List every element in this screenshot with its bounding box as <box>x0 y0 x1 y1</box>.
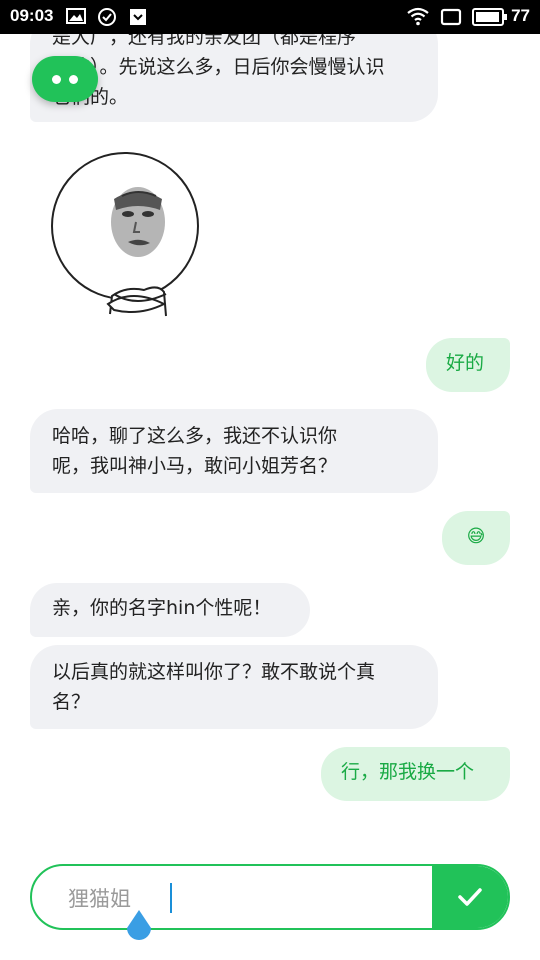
message-bubble-outgoing: 好的 <box>426 338 510 392</box>
check-circle-icon <box>98 8 116 26</box>
message-text: 呢，我叫神小马，敢问小姐芳名？ <box>52 455 338 477</box>
floating-chat-button[interactable] <box>32 56 98 102</box>
message-composer <box>30 864 510 930</box>
battery-level: 77 <box>511 6 530 25</box>
shield-heart-icon <box>130 9 146 25</box>
message-text: 行，那我换一个 <box>341 761 475 783</box>
text-cursor <box>170 883 172 913</box>
message-text: 亲，你的名字hin个性呢！ <box>52 597 272 619</box>
message-text: 以后真的就这样叫你了？敢不敢说个真 <box>52 661 376 683</box>
meme-face-sticker <box>51 152 199 317</box>
message-bubble-outgoing: 行，那我换一个 <box>321 747 510 801</box>
send-button[interactable] <box>432 866 508 928</box>
message-bubble-incoming: 以后真的就这样叫你了？敢不敢说个真 名？ <box>30 645 438 729</box>
wifi-icon <box>407 7 429 26</box>
battery-icon <box>472 8 507 26</box>
message-text: 名？ <box>52 691 91 713</box>
message-text: 猿的）。先说这么多，日后你会慢慢认识 <box>52 56 385 78</box>
message-bubble-incoming: 亲，你的名字hin个性呢！ <box>30 583 310 637</box>
message-text: 是大厂，还有我的亲友团（都是程序 <box>52 34 357 48</box>
status-time: 09:03 <box>10 6 54 25</box>
checkmark-icon <box>458 888 482 906</box>
message-text: 它们的。 <box>52 86 129 108</box>
message-input[interactable] <box>68 878 428 918</box>
sweat-smile-emoji: 😅 <box>466 526 486 547</box>
image-icon <box>66 8 86 24</box>
screen-icon <box>440 8 462 26</box>
message-bubble-outgoing: 😅 <box>442 511 510 565</box>
message-text: 好的 <box>446 352 485 374</box>
chat-screen: 09:03 77 是大厂，还有我的亲友团（都是程序 猿的）。先说这么多，日后你会… <box>0 0 540 960</box>
text-selection-handle[interactable] <box>124 908 154 946</box>
message-bubble-incoming: 哈哈，聊了这么多，我还不认识你 呢，我叫神小马，敢问小姐芳名？ <box>30 409 438 493</box>
status-bar: 09:03 77 <box>0 0 540 34</box>
chat-dots-icon-dot <box>69 75 78 84</box>
message-text: 哈哈，聊了这么多，我还不认识你 <box>52 425 338 447</box>
chat-dots-icon <box>52 75 61 84</box>
message-list[interactable]: 是大厂，还有我的亲友团（都是程序 猿的）。先说这么多，日后你会慢慢认识 它们的。… <box>0 34 540 844</box>
